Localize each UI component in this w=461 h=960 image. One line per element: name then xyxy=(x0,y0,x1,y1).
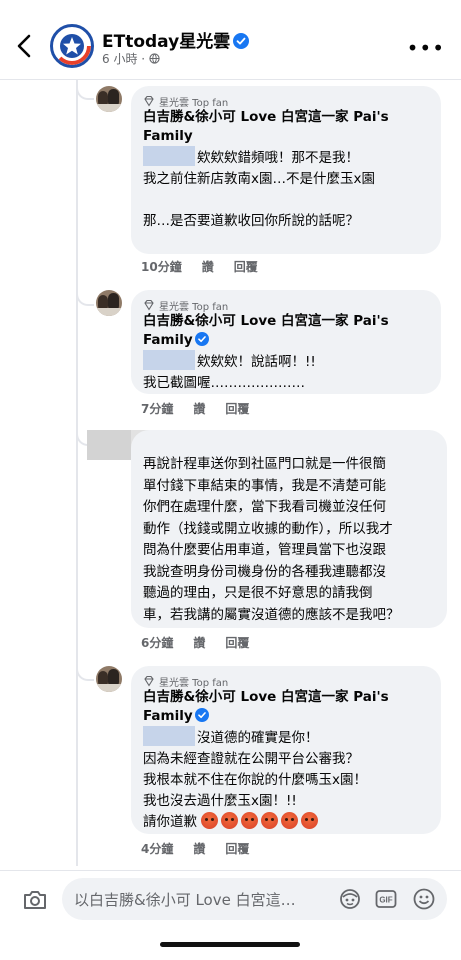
post-header: ETtoday星光雲 6 小時 · ••• xyxy=(0,0,461,80)
comment-bubble: 再說計程車送你到社區門口就是一件很簡 單付錢下車結束的事情，我是不清楚可能 你們… xyxy=(131,430,447,628)
comment-author[interactable]: 白吉勝&徐小可 Love 白宮這一家 Pai's Family xyxy=(143,108,429,146)
post-time: 6 小時 · xyxy=(102,52,146,66)
thread-line xyxy=(76,80,78,866)
like-button[interactable]: 讚 xyxy=(193,400,205,417)
angry-emoji xyxy=(301,812,318,829)
commenter-avatar[interactable] xyxy=(96,86,122,112)
angry-emoji xyxy=(201,812,218,829)
comment-actions: 6分鐘 讚 回覆 xyxy=(141,634,249,651)
redacted-mention xyxy=(143,726,195,746)
top-fan-badge: 星光雲 Top fan xyxy=(143,94,429,109)
verified-badge-icon xyxy=(194,708,209,722)
comment-input[interactable]: 以白吉勝&徐小可 Love 白宮這… GIF xyxy=(62,878,447,920)
globe-icon xyxy=(149,53,160,64)
comment-composer: 以白吉勝&徐小可 Love 白宮這… GIF xyxy=(0,870,461,960)
comment-body: 因為未經查證就在公開平台公審我？ 我根本就不住在你說的什麼嗎玉x園！ 我也沒去過… xyxy=(143,751,367,809)
comment-actions: 7分鐘 讚 回覆 xyxy=(141,400,249,417)
verified-badge-icon xyxy=(233,33,250,49)
redacted-mention xyxy=(143,350,195,370)
badge-text: 星光雲 Top fan xyxy=(159,97,229,109)
badge-text: 星光雲 Top fan xyxy=(159,301,229,313)
reply-button[interactable]: 回覆 xyxy=(234,258,258,275)
reply-button[interactable]: 回覆 xyxy=(225,634,249,651)
comment-bubble: 星光雲 Top fan 白吉勝&徐小可 Love 白宮這一家 Pai's Fam… xyxy=(131,666,441,834)
camera-icon[interactable] xyxy=(22,887,48,913)
comment-placeholder[interactable]: 以白吉勝&徐小可 Love 白宮這… xyxy=(74,889,319,910)
commenter-avatar[interactable] xyxy=(96,666,122,692)
avatar-sticker-icon[interactable] xyxy=(338,887,362,911)
badge-text: 星光雲 Top fan xyxy=(159,677,229,689)
svg-text:GIF: GIF xyxy=(379,896,392,905)
back-arrow-icon[interactable] xyxy=(14,32,36,60)
comment-body: 我之前住新店敦南x園…不是什麼玉x園 那…是否要道歉收回你所說的話呢？ xyxy=(143,171,375,229)
top-fan-badge: 星光雲 Top fan xyxy=(143,674,429,689)
reply-button[interactable]: 回覆 xyxy=(225,400,249,417)
comment-text: 欸欸欸錯頻哦！那不是我！ 我之前住新店敦南x園…不是什麼玉x園 那…是否要道歉收… xyxy=(143,146,429,232)
redacted-mention xyxy=(143,146,195,166)
more-options-button[interactable]: ••• xyxy=(407,36,445,60)
verified-badge-icon xyxy=(194,332,209,346)
diamond-icon xyxy=(144,675,154,687)
author-name[interactable]: 白吉勝&徐小可 Love 白宮這一家 Pai's Family xyxy=(143,689,389,724)
author-name[interactable]: 白吉勝&徐小可 Love 白宮這一家 Pai's Family xyxy=(143,313,389,348)
redacted-avatar xyxy=(87,430,131,460)
like-button[interactable]: 讚 xyxy=(202,258,214,275)
diamond-icon xyxy=(144,95,154,107)
post-meta: 6 小時 · xyxy=(102,50,160,67)
like-button[interactable]: 讚 xyxy=(193,840,205,857)
author-name[interactable]: 白吉勝&徐小可 Love 白宮這一家 Pai's Family xyxy=(143,109,389,144)
comment-text: 沒道德的確實是你！ 因為未經查證就在公開平台公審我？ 我根本就不住在你說的什麼嗎… xyxy=(143,726,429,833)
thread-connector xyxy=(76,665,94,681)
home-indicator xyxy=(160,942,300,947)
comment-time[interactable]: 7分鐘 xyxy=(141,400,173,417)
emoji-row xyxy=(201,812,321,830)
thread-connector xyxy=(76,84,94,100)
comment-author[interactable]: 白吉勝&徐小可 Love 白宮這一家 Pai's Family xyxy=(143,688,429,726)
comment-text: 欸欸欸！說話啊！!! 我已截圖喔………………… xyxy=(143,350,429,394)
page-name[interactable]: ETtoday星光雲 xyxy=(102,27,250,52)
comment-author[interactable]: 白吉勝&徐小可 Love 白宮這一家 Pai's Family xyxy=(143,312,429,350)
angry-emoji xyxy=(281,812,298,829)
comment-actions: 10分鐘 讚 回覆 xyxy=(141,258,258,275)
ettoday-logo-icon xyxy=(53,27,91,65)
emoji-icon[interactable] xyxy=(412,887,436,911)
commenter-avatar[interactable] xyxy=(96,290,122,316)
diamond-icon xyxy=(144,299,154,311)
comment-time[interactable]: 10分鐘 xyxy=(141,258,182,275)
angry-emoji xyxy=(261,812,278,829)
comment-line: 欸欸欸！說話啊！!! xyxy=(197,354,316,370)
comment-time[interactable]: 6分鐘 xyxy=(141,634,173,651)
reply-button[interactable]: 回覆 xyxy=(225,840,249,857)
thread-connector xyxy=(76,290,94,306)
page-avatar[interactable] xyxy=(50,24,94,68)
comment-line: 請你道歉 xyxy=(143,814,197,830)
page-name-text[interactable]: ETtoday星光雲 xyxy=(102,32,230,52)
comment-bubble: 星光雲 Top fan 白吉勝&徐小可 Love 白宮這一家 Pai's Fam… xyxy=(131,86,441,254)
comment-bubble: 星光雲 Top fan 白吉勝&徐小可 Love 白宮這一家 Pai's Fam… xyxy=(131,290,441,394)
comment-actions: 4分鐘 讚 回覆 xyxy=(141,840,249,857)
gif-icon[interactable]: GIF xyxy=(374,887,398,911)
top-fan-badge: 星光雲 Top fan xyxy=(143,298,429,313)
like-button[interactable]: 讚 xyxy=(193,634,205,651)
angry-emoji xyxy=(221,812,238,829)
angry-emoji xyxy=(241,812,258,829)
comment-time[interactable]: 4分鐘 xyxy=(141,840,173,857)
comment-body: 我已截圖喔………………… xyxy=(143,375,305,391)
comment-body: 再說計程車送你到社區門口就是一件很簡 單付錢下車結束的事情，我是不清楚可能 你們… xyxy=(143,456,400,623)
comment-line: 欸欸欸錯頻哦！那不是我！ xyxy=(197,150,359,166)
comment-line: 沒道德的確實是你！ xyxy=(197,730,319,746)
